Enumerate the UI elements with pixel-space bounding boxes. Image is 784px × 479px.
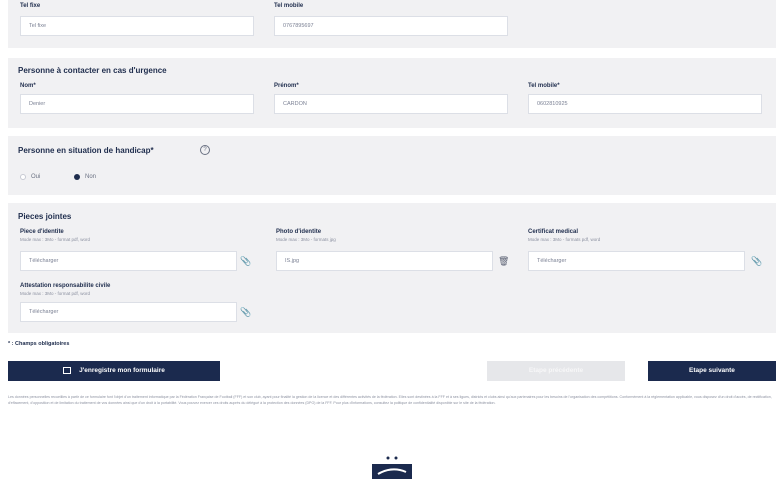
help-icon[interactable]: ?	[200, 145, 210, 155]
save-form-button[interactable]: J'enregistre mon formulaire	[8, 361, 220, 381]
previous-step-button[interactable]: Etape précédente	[487, 361, 625, 381]
radio-oui[interactable]	[20, 174, 26, 180]
radio-oui-label: Oui	[31, 174, 41, 180]
required-note: * : Champs obligatoires	[8, 341, 70, 347]
paperclip-icon[interactable]: 📎	[240, 307, 251, 317]
prenom-input[interactable]: CARDON	[274, 94, 508, 114]
paperclip-icon[interactable]: 📎	[751, 256, 762, 266]
radio-non-label: Non	[85, 174, 97, 180]
fff-logo	[362, 454, 422, 479]
handicap-title: Personne en situation de handicap*	[18, 146, 154, 155]
handicap-panel: Personne en situation de handicap* ? Oui…	[8, 136, 776, 195]
attestation-input[interactable]: Télécharger	[20, 302, 237, 322]
tel-fixe-input[interactable]: Tel fixe	[20, 16, 254, 36]
certificat-medical-hint: Mode max : 3Mo - formats pdf, word	[528, 237, 601, 242]
piece-identite-input[interactable]: Télécharger	[20, 251, 237, 271]
nom-input[interactable]: Denier	[20, 94, 254, 114]
attestation-label: Attestation responsabilite civile	[20, 283, 111, 289]
contact-panel: Tel fixe Tel fixe Tel mobile 0767895697	[8, 0, 776, 48]
urgence-panel: Personne à contacter en cas d'urgence No…	[8, 58, 776, 128]
save-form-label: J'enregistre mon formulaire	[79, 367, 165, 374]
paperclip-icon[interactable]: 📎	[240, 256, 251, 266]
photo-identite-label: Photo d'identite	[276, 229, 322, 235]
certificat-medical-input[interactable]: Télécharger	[528, 251, 745, 271]
tel-mobile-urgence-label: Tel mobile*	[528, 83, 560, 89]
prenom-label: Prénom*	[274, 83, 299, 89]
save-icon	[63, 366, 72, 374]
trash-icon[interactable]: 🗑	[498, 256, 509, 266]
certificat-medical-label: Certificat medical	[528, 229, 579, 235]
photo-identite-hint: Mode max : 3Mo - formats jpg	[276, 237, 336, 242]
pieces-title: Pieces jointes	[18, 212, 72, 221]
radio-non[interactable]	[74, 174, 80, 180]
attestation-hint: Mode max : 3Mo - format pdf, word	[20, 291, 91, 296]
piece-identite-label: Piece d'identite	[20, 229, 64, 235]
pieces-panel: Pieces jointes Piece d'identite Mode max…	[8, 203, 776, 333]
piece-identite-hint: Mode max : 3Mo - format pdf, word	[20, 237, 91, 242]
photo-identite-input[interactable]: IS.jpg	[276, 251, 493, 271]
tel-fixe-label: Tel fixe	[20, 3, 41, 9]
tel-mobile-input[interactable]: 0767895697	[274, 16, 508, 36]
tel-mobile-urgence-input[interactable]: 0602810925	[528, 94, 762, 114]
tel-mobile-label: Tel mobile	[274, 3, 304, 9]
next-step-button[interactable]: Etape suivante	[648, 361, 776, 381]
legal-notice: Les données personnelles recueillies à p…	[8, 395, 772, 405]
nom-label: Nom*	[20, 83, 36, 89]
urgence-title: Personne à contacter en cas d'urgence	[18, 66, 167, 75]
